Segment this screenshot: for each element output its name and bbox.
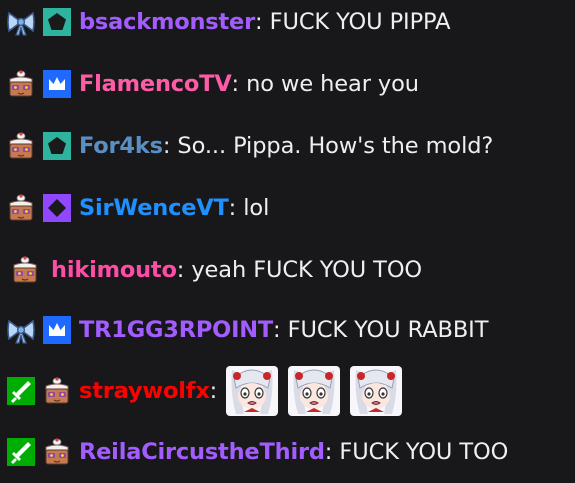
chat-colon: : [324, 439, 333, 465]
chat-message-text: lol [243, 195, 270, 221]
chat-colon: : [255, 9, 263, 35]
chat-message: For4ks : So... Pippa. How's the mold? [0, 124, 575, 168]
chat-username[interactable]: straywolfx [79, 378, 210, 404]
cake-badge-icon[interactable] [6, 69, 36, 99]
chat-message: TR1GG3RPOINT : FUCK YOU RABBIT [0, 308, 575, 352]
sub-badge-icon[interactable] [42, 131, 72, 161]
chat-username[interactable]: TR1GG3RPOINT [79, 317, 273, 343]
chat-colon: : [228, 195, 237, 221]
chat-username[interactable]: hikimouto [51, 257, 177, 283]
chat-username[interactable]: FlamencoTV [79, 71, 232, 97]
chat-message-text: yeah FUCK YOU TOO [191, 257, 423, 283]
chat-username[interactable]: ReilaCircustheThird [79, 439, 325, 465]
chat-message: SirWenceVT : lol [0, 186, 575, 230]
crown-badge-icon[interactable] [42, 69, 72, 99]
chat-colon: : [273, 317, 281, 343]
emote-group [224, 364, 410, 418]
chat-message: ReilaCircustheThird : FUCK YOU TOO [0, 430, 575, 474]
sword-badge-icon[interactable] [6, 376, 36, 406]
cake-badge-icon[interactable] [6, 193, 36, 223]
pippa-shocked-emote[interactable] [286, 364, 342, 418]
diamond-badge-icon[interactable] [42, 193, 72, 223]
chat-message: hikimouto : yeah FUCK YOU TOO [0, 248, 575, 292]
chat-colon: : [176, 257, 185, 283]
cake-badge-icon[interactable] [6, 131, 36, 161]
pippa-shocked-emote[interactable] [224, 364, 280, 418]
chat-username[interactable]: SirWenceVT [79, 195, 229, 221]
chat-message-text: FUCK YOU RABBIT [287, 317, 489, 343]
chat-username[interactable]: For4ks [79, 133, 163, 159]
bow-badge-icon[interactable] [6, 315, 36, 345]
chat-colon: : [162, 133, 171, 159]
cake-badge-icon[interactable] [42, 376, 72, 406]
chat-message: straywolfx : [0, 362, 575, 420]
chat-message-text: FUCK YOU TOO [339, 439, 509, 465]
chat-username[interactable]: bsackmonster [79, 9, 255, 35]
chat-message: FlamencoTV : no we hear you [0, 62, 575, 106]
chat-colon: : [209, 378, 218, 404]
cake-badge-icon[interactable] [42, 437, 72, 467]
chat-colon: : [231, 71, 240, 97]
cake-badge-icon[interactable] [10, 255, 40, 285]
crown-badge-icon[interactable] [42, 315, 72, 345]
chat-message-text: no we hear you [246, 71, 419, 97]
chat-message: bsackmonster : FUCK YOU PIPPA [0, 0, 575, 44]
chat-panel: bsackmonster : FUCK YOU PIPPA FlamencoTV… [0, 0, 575, 483]
bow-badge-icon[interactable] [6, 7, 36, 37]
chat-message-text: FUCK YOU PIPPA [269, 9, 451, 35]
sub-badge-icon[interactable] [42, 7, 72, 37]
sword-badge-icon[interactable] [6, 437, 36, 467]
chat-message-text: So... Pippa. How's the mold? [177, 133, 494, 159]
pippa-shocked-emote[interactable] [348, 364, 404, 418]
